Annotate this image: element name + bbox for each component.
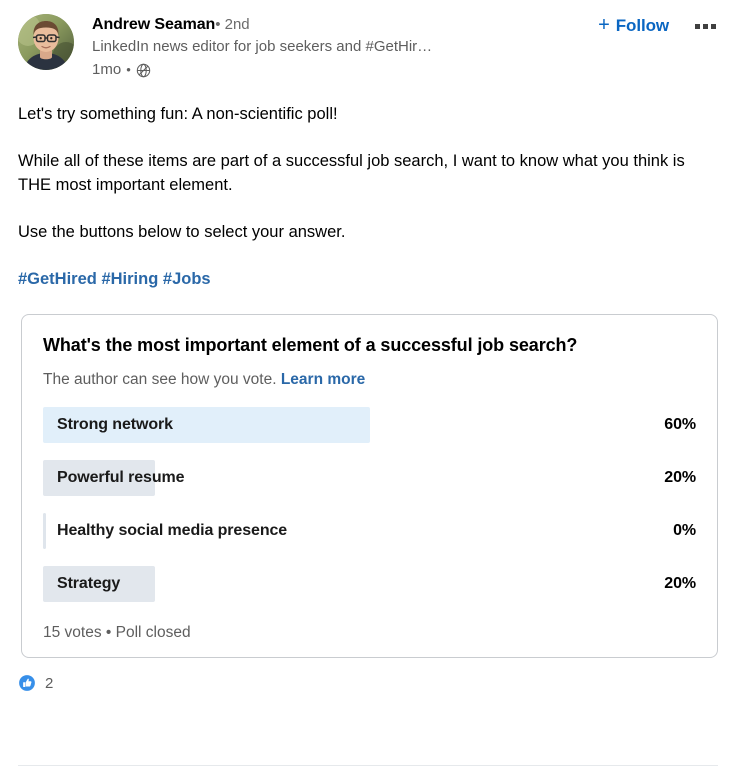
hashtag-link[interactable]: #Jobs	[163, 270, 211, 288]
bottom-divider	[18, 765, 718, 766]
poll-footer: 15 votes • Poll closed	[43, 623, 696, 643]
poll-option-percent: 60%	[664, 416, 696, 434]
avatar[interactable]	[18, 14, 74, 70]
poll-question: What's the most important element of a s…	[43, 333, 696, 358]
more-dot-icon	[711, 24, 716, 29]
author-name[interactable]: Andrew Seaman	[92, 15, 215, 35]
post-timestamp: 1mo	[92, 60, 121, 80]
more-dot-icon	[695, 24, 700, 29]
post-paragraph-1: Let's try something fun: A non-scientifi…	[18, 102, 718, 126]
reaction-count: 2	[45, 675, 53, 692]
linkedin-post: Andrew Seaman • 2nd LinkedIn news editor…	[0, 0, 736, 768]
poll-option-label: Powerful resume	[43, 469, 184, 487]
more-options-button[interactable]	[689, 20, 722, 33]
hashtag-list: #GetHired #Hiring #Jobs	[18, 267, 718, 291]
more-dot-icon	[703, 24, 708, 29]
poll-option-label: Healthy social media presence	[43, 522, 287, 540]
poll-option[interactable]: Strong network 60%	[43, 407, 696, 443]
post-meta: 1mo •	[92, 60, 722, 80]
poll-option-percent: 20%	[664, 469, 696, 487]
follow-button[interactable]: + Follow	[594, 14, 673, 38]
poll-subtitle: The author can see how you vote. Learn m…	[43, 369, 696, 391]
poll-option[interactable]: Healthy social media presence 0%	[43, 513, 696, 549]
thumbs-up-icon	[18, 674, 36, 692]
hashtag-link[interactable]: #GetHired	[18, 270, 97, 288]
poll-card: What's the most important element of a s…	[21, 314, 718, 658]
post-paragraph-3: Use the buttons below to select your ans…	[18, 220, 718, 244]
poll-subtitle-text: The author can see how you vote.	[43, 371, 277, 388]
poll-option-label: Strategy	[43, 575, 120, 593]
post-header: Andrew Seaman • 2nd LinkedIn news editor…	[0, 0, 736, 80]
author-headline: LinkedIn news editor for job seekers and…	[92, 36, 547, 58]
follow-button-label: Follow	[616, 16, 669, 36]
globe-icon	[136, 63, 151, 78]
learn-more-link[interactable]: Learn more	[281, 371, 365, 388]
social-counts-row[interactable]: 2	[0, 658, 736, 692]
meta-separator: •	[126, 60, 131, 80]
post-paragraph-2: While all of these items are part of a s…	[18, 149, 718, 197]
poll-option[interactable]: Strategy 20%	[43, 566, 696, 602]
poll-option-percent: 0%	[673, 522, 696, 540]
poll-option-label: Strong network	[43, 416, 173, 434]
poll-option-percent: 20%	[664, 575, 696, 593]
poll-options: Strong network 60% Powerful resume 20% H…	[43, 407, 696, 602]
author-connection-degree: • 2nd	[215, 15, 249, 35]
post-body: Let's try something fun: A non-scientifi…	[0, 102, 736, 291]
header-actions: + Follow	[594, 14, 722, 38]
poll-option[interactable]: Powerful resume 20%	[43, 460, 696, 496]
plus-icon: +	[598, 15, 610, 35]
avatar-photo	[18, 14, 74, 70]
hashtag-link[interactable]: #Hiring	[101, 270, 158, 288]
